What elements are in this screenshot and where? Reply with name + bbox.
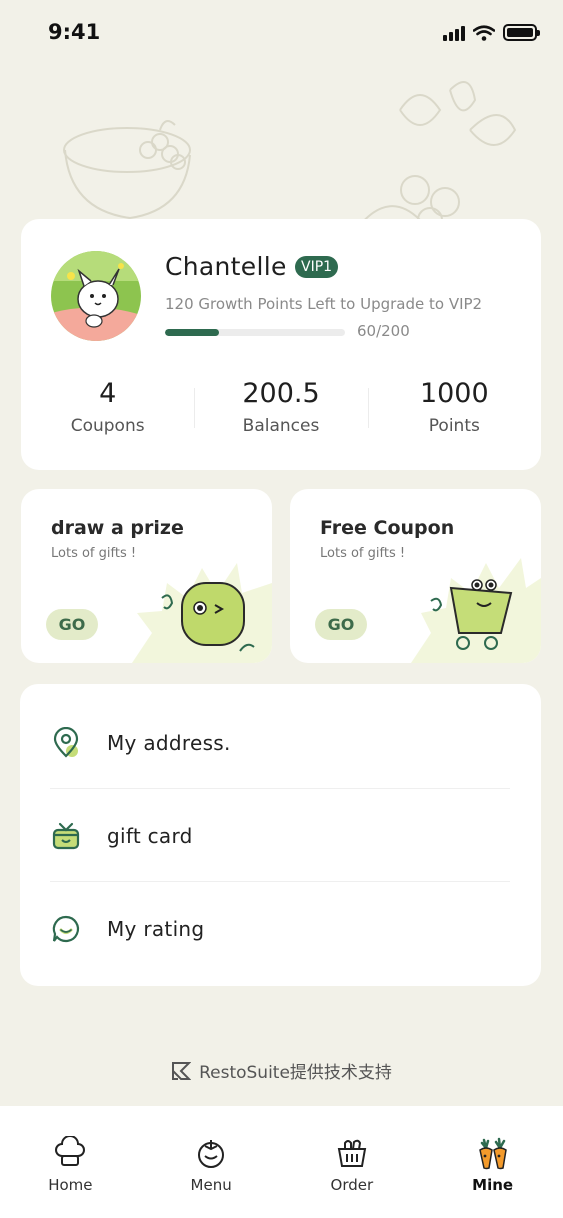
tab-label: Order [330,1176,374,1194]
tab-menu[interactable]: Menu [141,1106,282,1218]
basket-icon [335,1136,369,1170]
location-pin-icon [50,726,82,759]
menu-item-address[interactable]: My address. [50,696,510,789]
stat-value: 4 [99,378,117,409]
draw-prize-card[interactable]: draw a prize Lots of gifts ! GO [21,489,272,663]
background-decoration [63,81,517,230]
status-icons [443,24,540,41]
free-coupon-card[interactable]: Free Coupon Lots of gifts ! GO [290,489,541,663]
profile-card: Chantelle VIP1 120 Growth Points Left to… [21,219,541,470]
stat-value: 1000 [419,378,489,409]
draw-prize-go-button[interactable]: GO [46,609,98,640]
tab-home[interactable]: Home [0,1106,141,1218]
status-bar: 9:41 [0,0,563,66]
stats-row: 4 Coupons 200.5 Balances 1000 Points [21,374,541,444]
bottom-tab-bar: Home Menu Order Mine [0,1106,563,1218]
menu-item-label: My rating [107,916,205,941]
wifi-icon [473,24,495,41]
carrot-icon [476,1136,510,1170]
avatar[interactable] [51,251,141,341]
growth-points-text: 120 Growth Points Left to Upgrade to VIP… [165,295,483,313]
powered-by: RestoSuite提供技术支持 [0,1058,563,1083]
menu-item-label: gift card [107,823,193,848]
stat-value: 200.5 [242,378,320,409]
tab-label: Home [48,1176,93,1194]
chat-bubble-icon [50,913,82,945]
battery-icon [503,24,540,41]
stat-label: Points [428,416,480,436]
powered-by-text: RestoSuite提供技术支持 [199,1063,392,1083]
status-time: 9:41 [48,20,101,44]
chef-hat-icon [53,1136,87,1170]
menu-list: My address. gift card My rating [20,684,541,986]
tab-mine[interactable]: Mine [422,1106,563,1218]
mascot-cart-illustration [411,558,541,663]
stat-balances[interactable]: 200.5 Balances [194,374,367,444]
menu-item-gift-card[interactable]: gift card [50,789,510,882]
tab-order[interactable]: Order [282,1106,423,1218]
mascot-illustration [132,563,272,663]
stat-label: Balances [242,416,320,436]
stat-coupons[interactable]: 4 Coupons [21,374,194,444]
tab-label: Menu [190,1176,232,1194]
tomato-icon [194,1136,228,1170]
free-coupon-go-button[interactable]: GO [315,609,367,640]
menu-item-label: My address. [107,730,231,755]
tab-label: Mine [472,1176,514,1194]
stat-points[interactable]: 1000 Points [367,374,541,444]
user-name: Chantelle [165,252,287,281]
growth-progress-bar [165,329,345,336]
cellular-signal-icon [443,25,465,41]
restosuite-logo-icon [172,1061,192,1080]
growth-progress-fill [165,329,219,336]
menu-item-rating[interactable]: My rating [50,882,510,975]
gift-card-icon [50,820,82,852]
growth-progress-text: 60/200 [357,322,410,340]
vip-badge: VIP1 [295,256,339,278]
stat-label: Coupons [70,416,145,436]
